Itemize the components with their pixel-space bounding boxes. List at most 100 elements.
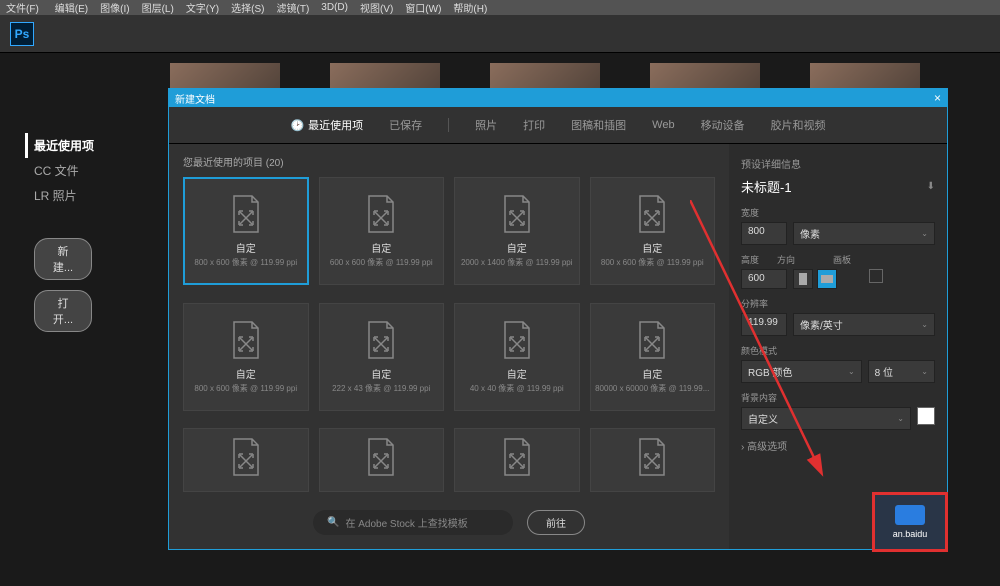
document-icon	[636, 194, 668, 234]
tab-mobile[interactable]: 移动设备	[701, 117, 745, 133]
tab-print[interactable]: 打印	[523, 117, 545, 133]
watermark-text: an.baidu	[893, 529, 928, 539]
tab-photo[interactable]: 照片	[475, 117, 497, 133]
advanced-options-toggle[interactable]: › 高级选项	[741, 438, 935, 453]
sidebar-item-cc-files[interactable]: CC 文件	[34, 158, 160, 183]
preset-card[interactable]: 自定 2000 x 1400 像素 @ 119.99 ppi	[454, 177, 580, 285]
save-preset-icon[interactable]: ⬇	[927, 181, 935, 192]
preset-name: 自定	[371, 240, 391, 255]
preset-card[interactable]: 自定 40 x 40 像素 @ 119.99 ppi	[454, 303, 580, 411]
artboard-checkbox[interactable]	[869, 269, 883, 283]
new-button[interactable]: 新建...	[34, 238, 92, 280]
preset-card[interactable]	[454, 428, 580, 492]
artboard-label: 画板	[833, 253, 851, 266]
bit-depth-dropdown[interactable]: 8 位⌄	[868, 360, 935, 383]
tab-recent[interactable]: 🕑 最近使用项	[290, 117, 363, 133]
document-icon	[365, 437, 397, 477]
open-button[interactable]: 打开...	[34, 290, 92, 332]
document-icon	[501, 320, 533, 360]
tab-saved[interactable]: 已保存	[389, 117, 422, 133]
menu-text[interactable]: 文字(Y)	[186, 0, 219, 15]
preset-card[interactable]	[590, 428, 716, 492]
preset-detail: 80000 x 60000 像素 @ 119.99...	[595, 383, 709, 394]
tab-web[interactable]: Web	[652, 119, 674, 131]
ps-logo-icon: Ps	[10, 22, 34, 46]
document-icon	[636, 437, 668, 477]
toolbar: Ps	[0, 15, 1000, 53]
menu-help[interactable]: 帮助(H)	[453, 0, 487, 15]
preset-detail: 800 x 600 像素 @ 119.99 ppi	[601, 257, 704, 268]
dialog-titlebar: 新建文档 ×	[169, 89, 947, 107]
background-color-swatch[interactable]	[917, 407, 935, 425]
watermark-logo-icon	[895, 505, 925, 525]
height-label: 高度	[741, 253, 759, 266]
resolution-input[interactable]: 119.99	[741, 313, 787, 336]
document-icon	[230, 437, 262, 477]
preset-card[interactable]	[183, 428, 309, 492]
document-icon	[365, 320, 397, 360]
dialog-title: 新建文档	[175, 91, 215, 106]
resolution-unit-dropdown[interactable]: 像素/英寸⌄	[793, 313, 935, 336]
sidebar-item-recent[interactable]: 最近使用项	[25, 133, 160, 158]
preset-name: 自定	[507, 366, 527, 381]
preset-name: 自定	[642, 240, 662, 255]
document-icon	[230, 194, 262, 234]
document-icon	[365, 194, 397, 234]
go-button[interactable]: 前往	[527, 510, 585, 535]
width-label: 宽度	[741, 206, 935, 219]
menu-view[interactable]: 视图(V)	[360, 0, 393, 15]
color-mode-dropdown[interactable]: RGB 颜色⌄	[741, 360, 862, 383]
menu-select[interactable]: 选择(S)	[231, 0, 264, 15]
menu-image[interactable]: 图像(I)	[100, 0, 129, 15]
document-icon	[230, 320, 262, 360]
preset-detail: 800 x 600 像素 @ 119.99 ppi	[194, 383, 297, 394]
annotation-highlight-box: an.baidu	[872, 492, 948, 552]
color-mode-label: 颜色模式	[741, 344, 935, 357]
clock-icon: 🕑	[290, 119, 304, 132]
menu-3d[interactable]: 3D(D)	[321, 2, 348, 13]
preset-name: 自定	[642, 366, 662, 381]
preset-card[interactable]: 自定 222 x 43 像素 @ 119.99 ppi	[319, 303, 445, 411]
preset-card[interactable]: 自定 600 x 600 像素 @ 119.99 ppi	[319, 177, 445, 285]
search-icon: 🔍	[327, 517, 339, 528]
document-icon	[501, 437, 533, 477]
close-icon[interactable]: ×	[934, 91, 941, 105]
presets-panel: 您最近使用的项目 (20) 自定 800 x 600 像素 @ 119.99 p…	[169, 144, 729, 549]
resolution-label: 分辨率	[741, 297, 935, 310]
orientation-label: 方向	[777, 253, 795, 266]
menu-filter[interactable]: 滤镜(T)	[277, 0, 310, 15]
sidebar-item-lr-photos[interactable]: LR 照片	[34, 183, 160, 208]
new-document-dialog: 新建文档 × 🕑 最近使用项 已保存 照片 打印 图稿和插图 Web 移动设备 …	[168, 88, 948, 550]
background-dropdown[interactable]: 自定义⌄	[741, 407, 911, 430]
home-sidebar: 最近使用项 CC 文件 LR 照片 新建... 打开...	[0, 53, 160, 586]
preset-card[interactable]	[319, 428, 445, 492]
menu-window[interactable]: 窗口(W)	[405, 0, 441, 15]
menu-layer[interactable]: 图层(L)	[142, 0, 174, 15]
presets-header: 您最近使用的项目 (20)	[183, 154, 715, 169]
preset-detail: 600 x 600 像素 @ 119.99 ppi	[330, 257, 433, 268]
preset-name: 自定	[371, 366, 391, 381]
tab-film[interactable]: 胶片和视频	[771, 117, 826, 133]
preset-card[interactable]: 自定 80000 x 60000 像素 @ 119.99...	[590, 303, 716, 411]
tab-art[interactable]: 图稿和插图	[571, 117, 626, 133]
height-input[interactable]: 600	[741, 269, 787, 289]
preset-name: 自定	[236, 366, 256, 381]
doc-title-input[interactable]: 未标题-1	[741, 177, 792, 196]
menu-edit[interactable]: 编辑(E)	[55, 0, 88, 15]
width-input[interactable]: 800	[741, 222, 787, 245]
preset-details-panel: 预设详细信息 未标题-1 ⬇ 宽度 800 像素⌄ 高度 方向 画板	[729, 144, 947, 549]
preset-name: 自定	[507, 240, 527, 255]
preset-card[interactable]: 自定 800 x 600 像素 @ 119.99 ppi	[183, 303, 309, 411]
document-icon	[501, 194, 533, 234]
stock-search-input[interactable]: 🔍 在 Adobe Stock 上查找模板	[313, 510, 513, 535]
preset-detail: 222 x 43 像素 @ 119.99 ppi	[332, 383, 430, 394]
width-unit-dropdown[interactable]: 像素⌄	[793, 222, 935, 245]
preset-card[interactable]: 自定 800 x 600 像素 @ 119.99 ppi	[183, 177, 309, 285]
menubar: 文件(F) 编辑(E) 图像(I) 图层(L) 文字(Y) 选择(S) 滤镜(T…	[0, 0, 1000, 15]
dialog-tabs: 🕑 最近使用项 已保存 照片 打印 图稿和插图 Web 移动设备 胶片和视频	[169, 107, 947, 144]
details-header: 预设详细信息	[741, 156, 935, 171]
preset-card[interactable]: 自定 800 x 600 像素 @ 119.99 ppi	[590, 177, 716, 285]
orientation-portrait-button[interactable]	[793, 269, 813, 289]
orientation-landscape-button[interactable]	[817, 269, 837, 289]
menu-file[interactable]: 文件(F)	[6, 0, 39, 15]
